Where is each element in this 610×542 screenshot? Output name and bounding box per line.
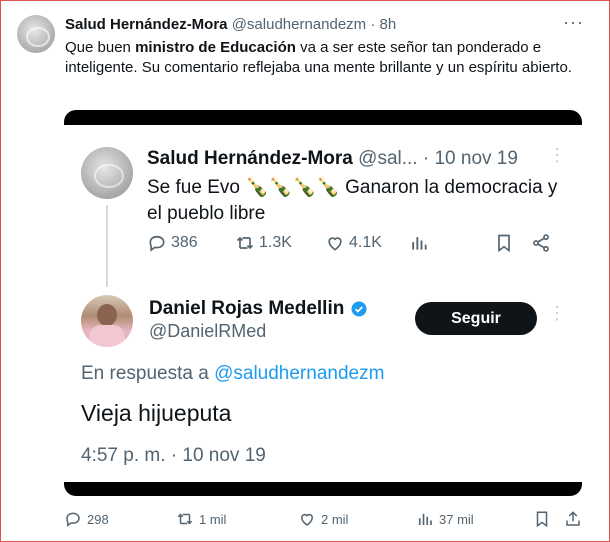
retweet-count: 1 mil	[199, 511, 227, 527]
share-upload-icon	[566, 511, 580, 526]
reply-text: Vieja hijueputa	[81, 400, 232, 426]
verified-badge-icon	[351, 301, 367, 317]
like-button[interactable]: 2 mil	[298, 510, 348, 528]
quoted-like: 4.1K	[325, 233, 382, 253]
author-avatar[interactable]	[17, 15, 55, 53]
author-name[interactable]: Salud Hernández-Mora	[65, 16, 228, 33]
reply-icon	[149, 235, 165, 252]
reply-button[interactable]: 298	[64, 510, 109, 528]
views-button[interactable]: 37 mil	[416, 510, 474, 528]
thread-line	[106, 205, 108, 287]
bookmark-icon	[536, 511, 548, 528]
bookmark-icon	[498, 234, 510, 253]
quoted-avatar	[81, 147, 133, 199]
quoted-share	[531, 233, 551, 253]
tweet-time[interactable]: 8h	[380, 16, 397, 33]
quoted-like-count: 4.1K	[349, 234, 382, 251]
share-icon	[533, 234, 549, 252]
quoted-more-icon: ⋮	[548, 145, 566, 165]
screenshot-content: Salud Hernández-Mora @sal... · 10 nov 19…	[64, 125, 582, 482]
analytics-icon	[418, 513, 432, 525]
reply-author-handle: @DanielRMed	[149, 321, 267, 341]
retweet-icon	[177, 513, 193, 525]
reply-timestamp: 4:57 p. m. · 10 nov 19	[81, 445, 266, 466]
reply-context-prefix: En respuesta a	[81, 363, 215, 384]
quoted-reply-count: 386	[171, 234, 198, 251]
quoted-bookmark	[494, 233, 514, 253]
share-button[interactable]	[564, 510, 582, 528]
quoted-author-name: Salud Hernández-Mora	[147, 148, 353, 169]
reply-context: En respuesta a @saludhernandezm	[81, 363, 384, 385]
quoted-header: Salud Hernández-Mora @sal... · 10 nov 19	[147, 147, 518, 171]
reply-icon	[66, 512, 80, 527]
tweet-text-bold: ministro de Educación	[135, 39, 296, 56]
tweet-text-start: Que buen	[65, 39, 136, 56]
quoted-analytics	[409, 233, 429, 253]
tweet-actions: 298 1 mil 2 mil 37 mil	[64, 510, 584, 532]
like-count: 2 mil	[321, 511, 349, 527]
retweet-icon	[236, 236, 254, 250]
reply-more-icon: ⋮	[548, 303, 566, 323]
heart-icon	[328, 237, 342, 251]
quoted-retweet: 1.3K	[235, 233, 292, 253]
reply-count: 298	[87, 511, 109, 527]
reply-avatar	[81, 295, 133, 347]
tweet-text: Que buen ministro de Educación va a ser …	[65, 38, 580, 78]
reply-context-handle: @saludhernandezm	[214, 363, 385, 384]
analytics-icon	[412, 237, 427, 250]
quoted-reply: 386	[147, 233, 198, 253]
quoted-author-handle: @sal...	[358, 148, 418, 169]
quoted-text: Se fue Evo 🍾🍾🍾🍾 Ganaron la democracia y …	[147, 177, 558, 224]
attached-screenshot[interactable]: Salud Hernández-Mora @sal... · 10 nov 19…	[64, 110, 582, 496]
tweet-header: Salud Hernández-Mora @saludhernandezm · …	[65, 16, 396, 34]
follow-button: Seguir	[415, 302, 537, 335]
quoted-date: · 10 nov 19	[422, 148, 518, 169]
header-separator: ·	[370, 16, 376, 33]
author-handle[interactable]: @saludhernandezm	[232, 16, 366, 33]
quoted-retweet-count: 1.3K	[259, 234, 292, 251]
reply-author-name: Daniel Rojas Medellin	[149, 298, 345, 319]
views-count: 37 mil	[439, 511, 474, 527]
more-options-icon[interactable]: ···	[563, 12, 584, 33]
retweet-button[interactable]: 1 mil	[176, 510, 226, 528]
heart-icon	[300, 513, 314, 526]
quoted-actions: 386 1.3K 4.1K	[147, 233, 562, 259]
reply-author: Daniel Rojas Medellin	[149, 297, 368, 321]
bookmark-button[interactable]	[533, 510, 551, 528]
